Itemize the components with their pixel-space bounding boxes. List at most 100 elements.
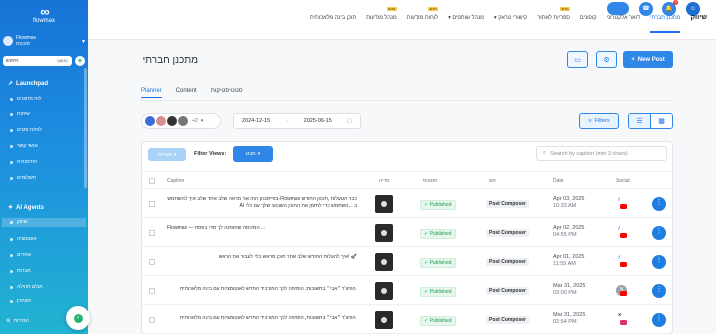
chat-icon xyxy=(10,113,13,116)
sidebar-collapse-button[interactable]: ‹ xyxy=(66,306,90,330)
calendar-view-button[interactable]: ▦ xyxy=(650,114,672,128)
media-thumbnail[interactable] xyxy=(375,282,393,300)
settings-button[interactable]: ⚙ xyxy=(596,51,617,68)
bulk-actions-select[interactable]: פעולות ▾ xyxy=(148,148,186,161)
caption-search-input[interactable]: ⌕ Search by caption (min 3 chars) xyxy=(536,146,667,161)
sidebar-search-input[interactable]: חיפוש ctrl K xyxy=(3,55,72,66)
column-header: Caption xyxy=(167,178,185,184)
status-badge: ✓ Published xyxy=(420,229,456,239)
column-header: סטטוס xyxy=(423,178,438,184)
date-text: Apr 02, 2025 xyxy=(553,225,585,231)
tab-planner[interactable]: Planner xyxy=(141,88,162,98)
tab-coupons[interactable]: קופונים xyxy=(580,15,597,21)
list-view-button[interactable]: ☰ xyxy=(629,114,650,128)
new-badge: חדש xyxy=(560,6,570,11)
top-navigation: שיווק מתכנן חברתי דואר אלקטרוני קופונים … xyxy=(310,6,707,33)
sidebar-item-label: הזדמנויות xyxy=(17,159,38,165)
instagram-icon xyxy=(620,320,627,325)
table-row[interactable]: 🚀 !איך להעלות החודש שלב אחר תוכן מראש בל… xyxy=(141,248,673,276)
chevron-down-icon: ▾ xyxy=(448,14,451,21)
tab-ad-manager[interactable]: מנהל מודעות חדש xyxy=(366,6,397,21)
sidebar-item-conversations[interactable]: שיחות xyxy=(10,110,86,119)
filters-button[interactable]: ≡ Filters xyxy=(579,113,619,129)
table-row[interactable]: Flowmax — המיכסה שתזמנה לך מדי בפסח ... … xyxy=(141,219,673,247)
sidebar-item-opportunities[interactable]: הזדמנויות xyxy=(10,158,86,167)
row-checkbox[interactable] xyxy=(149,288,155,294)
sidebar-search-placeholder: חיפוש xyxy=(6,57,19,64)
media-thumbnail[interactable] xyxy=(375,195,393,213)
status-text: Published xyxy=(429,202,452,208)
tab-affiliate-manager[interactable]: מנהל שותפים ▾ xyxy=(448,15,484,21)
date-from: 2024-12-15 xyxy=(242,118,271,124)
sidebar-item-reputation[interactable]: מוניטין xyxy=(10,297,86,306)
tab-label: ספריות לאתור xyxy=(537,14,570,21)
opportunities-icon xyxy=(10,161,13,164)
sidebar-item-hall-of-fame[interactable]: אולם תהילה xyxy=(10,283,86,292)
account-avatar xyxy=(156,116,166,126)
tab-label: קופונים xyxy=(579,14,597,21)
feedback-button[interactable]: ▭ xyxy=(567,51,588,68)
table-row[interactable]: .הפיצ'ר ״אבי״ בתשובות, הוסיפה לכך המורבי… xyxy=(141,306,673,334)
org-sub: סוכנות xyxy=(16,41,30,47)
sidebar-item-payments[interactable]: תשלומים xyxy=(10,174,86,183)
post-caption: .הפיצ'ר ״אבי״ בתשובות, הוסיפה לכך המורבי… xyxy=(179,315,357,321)
post-caption: .הפיצ'ר ״אבי״ בתשובות, הוסיפה לכך המורבי… xyxy=(179,286,357,292)
table-row[interactable]: .הפיצ'ר ״אבי״ בתשובות, הוסיפה לכך המורבי… xyxy=(141,277,673,305)
tab-ai-content[interactable]: תוכן בינה מלאכותית xyxy=(310,15,356,21)
accounts-selector[interactable]: +2 ▾ xyxy=(141,113,221,129)
sidebar-item-dashboard[interactable]: לוח מחוונים xyxy=(10,95,86,104)
status-badge: ✓ Published xyxy=(420,287,456,297)
media-thumbnail[interactable] xyxy=(375,253,393,271)
table-row[interactable]: כבר הטעלות ,תכנון החודש Flowmax-בפייסבוק… xyxy=(141,190,673,218)
select-all-checkbox[interactable] xyxy=(149,178,155,184)
tab-statistics[interactable]: סטטיסטיקות xyxy=(211,88,243,98)
social-icons: ƒ xyxy=(616,225,630,243)
quick-add-button[interactable]: + xyxy=(75,55,85,66)
column-header: Date xyxy=(553,178,564,184)
media-thumbnail[interactable] xyxy=(375,224,393,242)
brand-logo[interactable]: ∞ flowmax xyxy=(0,4,88,24)
date-text: Mar 31, 2025 xyxy=(553,283,586,289)
new-post-button[interactable]: + New Post xyxy=(623,51,673,68)
tab-trigger-links[interactable]: קישורי טראק ▾ xyxy=(494,15,527,21)
tab-libraries[interactable]: ספריות לאתור חדש xyxy=(537,6,570,21)
sidebar-item-sites[interactable]: אתרים xyxy=(10,251,86,260)
filter-view-select[interactable]: מבט ▾ xyxy=(233,146,273,162)
row-checkbox[interactable] xyxy=(149,259,155,265)
sidebar-item-contacts[interactable]: אנשי קשר xyxy=(10,142,86,151)
youtube-icon xyxy=(620,233,627,238)
sidebar-scrollbar[interactable] xyxy=(84,68,87,188)
status-badge: ✓ Published xyxy=(420,316,456,326)
ai-agents-header[interactable]: ✦ AI Agents xyxy=(8,204,44,212)
sidebar-item-memberships[interactable]: חברות xyxy=(10,267,86,276)
facebook-icon: ƒ xyxy=(618,254,621,259)
tab-email[interactable]: דואר אלקטרוני xyxy=(607,15,640,21)
row-menu-button[interactable]: ⋮ xyxy=(652,197,666,211)
sidebar-item-label: שיחות xyxy=(17,111,30,117)
row-menu-button[interactable]: ⋮ xyxy=(652,313,666,327)
sidebar-item-automation[interactable]: אוטומציה xyxy=(10,235,86,244)
notification-count: 1 xyxy=(673,0,678,5)
row-checkbox[interactable] xyxy=(149,317,155,323)
launchpad-header[interactable]: ➚ Launchpad xyxy=(8,80,48,88)
tab-social-planner[interactable]: מתכנן חברתי xyxy=(649,15,681,33)
row-menu-button[interactable]: ⋮ xyxy=(652,226,666,240)
media-thumbnail[interactable] xyxy=(375,311,393,329)
sparkle-icon: ✦ xyxy=(8,205,14,211)
settings-label: הגדרות xyxy=(13,318,29,324)
org-switcher[interactable]: Flowmax סוכנות ▾ xyxy=(3,32,85,50)
tab-content[interactable]: Content xyxy=(176,88,197,98)
row-checkbox[interactable] xyxy=(149,230,155,236)
row-menu-button[interactable]: ⋮ xyxy=(652,284,666,298)
type-badge: Post Composer xyxy=(486,316,529,324)
tab-label: תוכן בינה מלאכותית xyxy=(309,14,357,21)
shortcut-badge: ctrl K xyxy=(55,58,69,63)
tab-ad-boards[interactable]: לוחות מודעות חדש xyxy=(407,6,439,21)
row-checkbox[interactable] xyxy=(149,201,155,207)
row-menu-button[interactable]: ⋮ xyxy=(652,255,666,269)
date-range-picker[interactable]: 2024-12-15 → 2025-06-15 ▢ xyxy=(233,113,361,129)
sidebar-item-calendars[interactable]: לוחות זמנים xyxy=(10,126,86,135)
sidebar-item-marketing[interactable]: שיווק xyxy=(2,218,86,227)
select-value: מבט xyxy=(245,151,256,157)
settings-link[interactable]: ⚙ הגדרות xyxy=(6,318,29,324)
